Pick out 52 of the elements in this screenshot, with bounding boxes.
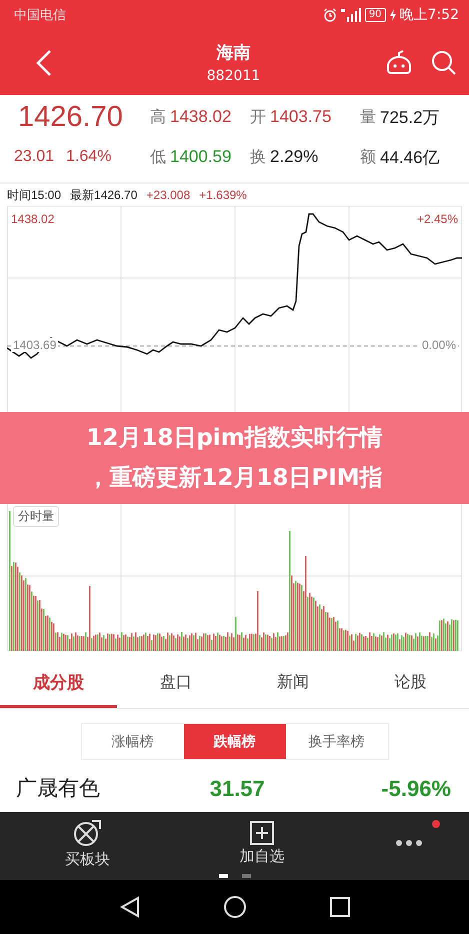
price-change: 23.01: [14, 148, 54, 166]
time-label: 时间15:00: [7, 186, 62, 204]
search-icon[interactable]: [431, 50, 457, 76]
charging-icon: [390, 9, 396, 21]
axis-label: +2.45%: [416, 212, 458, 226]
more-icon: [395, 839, 423, 847]
stat-label: 额: [360, 146, 376, 168]
home-icon[interactable]: [224, 896, 246, 918]
battery-level: 90: [364, 8, 386, 22]
clock-time: 晚上7:52: [400, 6, 459, 24]
section-tab[interactable]: 论股: [352, 660, 469, 708]
stat-value: 44.46亿: [380, 146, 440, 168]
stat-label: 高: [150, 106, 166, 128]
section-tab[interactable]: 新闻: [234, 660, 352, 708]
back-icon[interactable]: [120, 896, 140, 918]
page-title: 海南: [216, 42, 250, 64]
stock-price: 31.57: [208, 776, 266, 802]
stat-value: 1403.75: [270, 107, 332, 127]
carrier-name: 中国电信: [14, 7, 66, 24]
ranking-tab[interactable]: 跌幅榜: [184, 724, 286, 759]
ball-icon: [72, 818, 102, 848]
price-change-percent: 1.64%: [66, 148, 112, 166]
stat-value: 725.2万: [380, 106, 440, 128]
stat-label: 量: [360, 106, 376, 128]
buy-sector-button[interactable]: 买板块: [0, 812, 174, 874]
stat-label: 开: [250, 106, 266, 128]
stat-label: 低: [150, 146, 166, 168]
latest-label: 最新1426.70: [70, 186, 138, 204]
headline-text: 12月18日pim指数实时行情 ，重磅更新12月18日PIM指: [86, 424, 383, 493]
recent-apps-icon[interactable]: [330, 897, 350, 917]
robot-icon[interactable]: [385, 50, 413, 76]
stat-value: 1400.59: [170, 147, 232, 167]
section-tab[interactable]: 盘口: [117, 660, 234, 708]
change-label: +23.008: [146, 188, 190, 202]
plus-square-icon: [250, 820, 274, 844]
axis-label: 1438.02: [11, 212, 54, 226]
stock-name[interactable]: 广晟有色: [16, 774, 166, 802]
index-code: 882011: [206, 68, 260, 84]
axis-label: 1403.69: [11, 338, 58, 352]
last-price: 1426.70: [18, 100, 124, 134]
alarm-icon: [322, 8, 337, 22]
stock-change: -5.96%: [380, 776, 451, 802]
page-indicator[interactable]: [218, 874, 228, 878]
signal-icon: [340, 8, 361, 22]
stat-value: 2.29%: [270, 147, 318, 167]
axis-label: 0.00%: [420, 338, 458, 352]
change-percent-label: +1.639%: [199, 188, 247, 202]
volume-tag[interactable]: 分时量: [13, 506, 59, 527]
add-watchlist-button[interactable]: 加自选: [174, 812, 349, 874]
stat-value: 1438.02: [170, 107, 232, 127]
stat-label: 换: [250, 146, 266, 168]
section-tab[interactable]: 成分股: [0, 660, 118, 708]
